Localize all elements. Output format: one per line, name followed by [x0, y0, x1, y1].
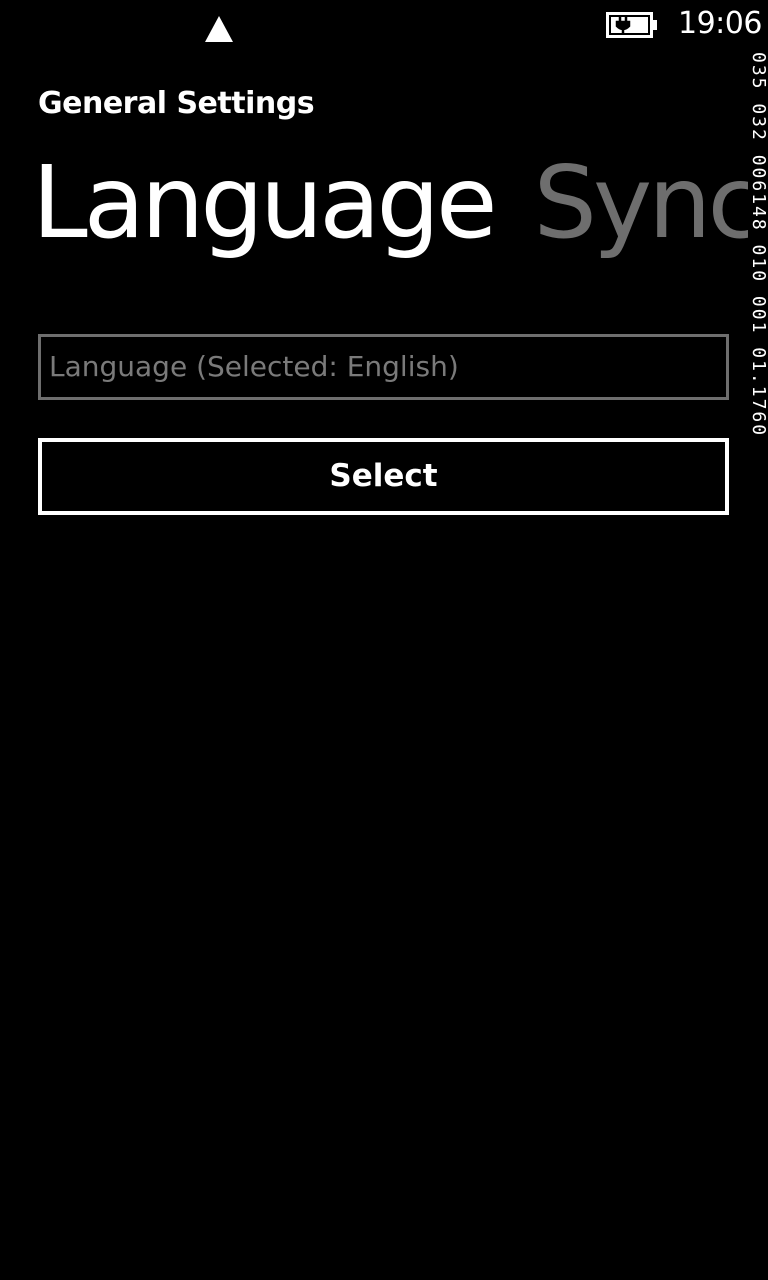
triangle-up-icon — [205, 16, 233, 42]
pivot-headers: Language Sync — [32, 138, 748, 278]
select-button[interactable]: Select — [38, 438, 729, 515]
pivot-header-language[interactable]: Language — [32, 138, 498, 268]
debug-counter-text: 035 032 006148 010 001 01.1760 — [748, 52, 768, 438]
battery-charging-icon — [606, 12, 657, 38]
language-field[interactable]: Language (Selected: English) — [38, 334, 729, 400]
clock: 19:06 — [678, 6, 762, 41]
status-bar: 19:06 — [0, 0, 768, 50]
debug-counter: 035 032 006148 010 001 01.1760 — [748, 52, 768, 632]
app-title: General Settings — [38, 86, 315, 121]
pivot-header-sync[interactable]: Sync — [534, 138, 748, 268]
language-field-text: Language (Selected: English) — [49, 350, 459, 383]
